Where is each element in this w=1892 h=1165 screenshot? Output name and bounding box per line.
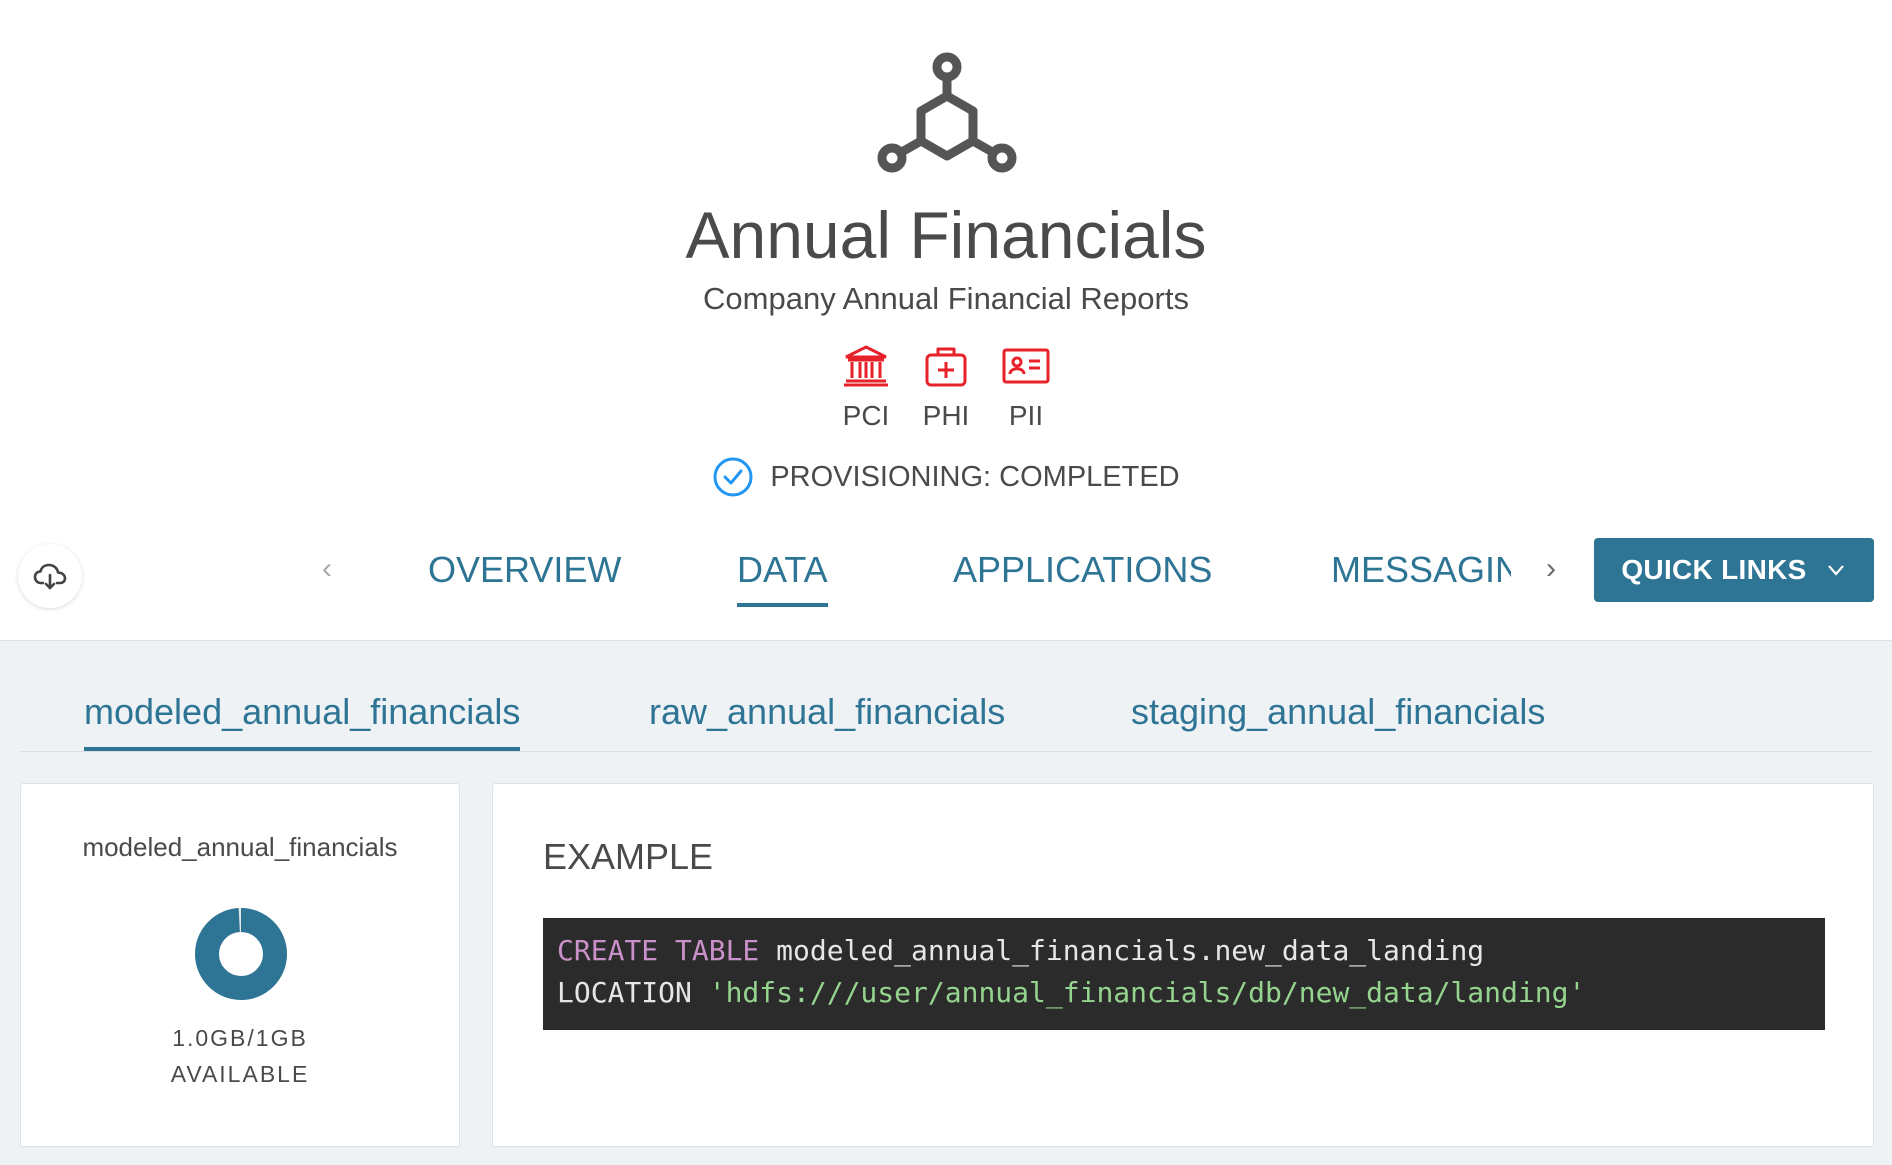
content-area: modeled_annual_financials raw_annual_fin… (0, 640, 1892, 1165)
code-keyword: LOCATION (557, 976, 692, 1009)
chevron-down-icon (1827, 565, 1844, 576)
tab-data[interactable]: DATA (737, 545, 828, 607)
tab-staging-annual-financials[interactable]: staging_annual_financials (1131, 691, 1545, 733)
id-card-icon (1002, 348, 1050, 384)
tag-pii: PII (1000, 344, 1052, 432)
tab-applications[interactable]: APPLICATIONS (953, 545, 1212, 595)
header: Annual Financials Company Annual Financi… (0, 0, 1892, 640)
tag-pci: PCI (840, 344, 892, 432)
provisioning-status: PROVISIONING: COMPLETED (0, 456, 1892, 498)
download-button[interactable] (18, 544, 82, 608)
database-tabs: modeled_annual_financials raw_annual_fin… (20, 641, 1872, 752)
code-block[interactable]: CREATE TABLE modeled_annual_financials.n… (543, 918, 1825, 1030)
main-tabs: OVERVIEW DATA APPLICATIONS MESSAGING (380, 545, 1530, 615)
medical-kit-icon (925, 347, 967, 387)
tag-label: PHI (922, 400, 970, 431)
storage-usage-text: 1.0GB/1GB AVAILABLE (21, 1020, 459, 1092)
quick-links-label: QUICK LINKS (1621, 554, 1807, 585)
usage-label: AVAILABLE (170, 1061, 310, 1087)
tab-raw-annual-financials[interactable]: raw_annual_financials (649, 691, 1005, 733)
cloud-download-icon (33, 563, 67, 590)
page-title: Annual Financials (685, 198, 1207, 272)
code-text: modeled_annual_financials.new_data_landi… (759, 934, 1485, 967)
tab-modeled-annual-financials[interactable]: modeled_annual_financials (84, 691, 521, 751)
status-text: PROVISIONING: COMPLETED (770, 460, 1180, 493)
code-string: 'hdfs:///user/annual_financials/db/new_d… (708, 976, 1586, 1009)
chevron-left-icon[interactable]: ‹ (322, 552, 332, 586)
sensitivity-tags: PCI PHI PII (0, 344, 1892, 432)
tab-overview[interactable]: OVERVIEW (428, 545, 621, 595)
bank-icon (844, 345, 888, 387)
tag-label: PCI (842, 400, 890, 431)
storage-usage-donut (195, 908, 287, 1000)
database-name: modeled_annual_financials (82, 832, 398, 862)
database-card: modeled_annual_financials 1.0GB/1GB AVAI… (20, 783, 460, 1147)
example-heading: EXAMPLE (543, 836, 714, 877)
code-keyword: CREATE TABLE (557, 934, 760, 967)
usage-amount: 1.0GB/1GB (172, 1025, 308, 1051)
network-hub-icon (877, 52, 1017, 173)
check-circle-icon (713, 457, 753, 497)
tag-phi: PHI (920, 344, 972, 432)
example-card: EXAMPLE CREATE TABLE modeled_annual_fina… (492, 783, 1874, 1147)
page-subtitle: Company Annual Financial Reports (703, 281, 1189, 316)
tag-label: PII (1008, 400, 1044, 431)
quick-links-button[interactable]: QUICK LINKS (1594, 538, 1874, 602)
tab-messaging[interactable]: MESSAGING (1331, 545, 1511, 595)
chevron-right-icon[interactable]: › (1546, 552, 1556, 586)
